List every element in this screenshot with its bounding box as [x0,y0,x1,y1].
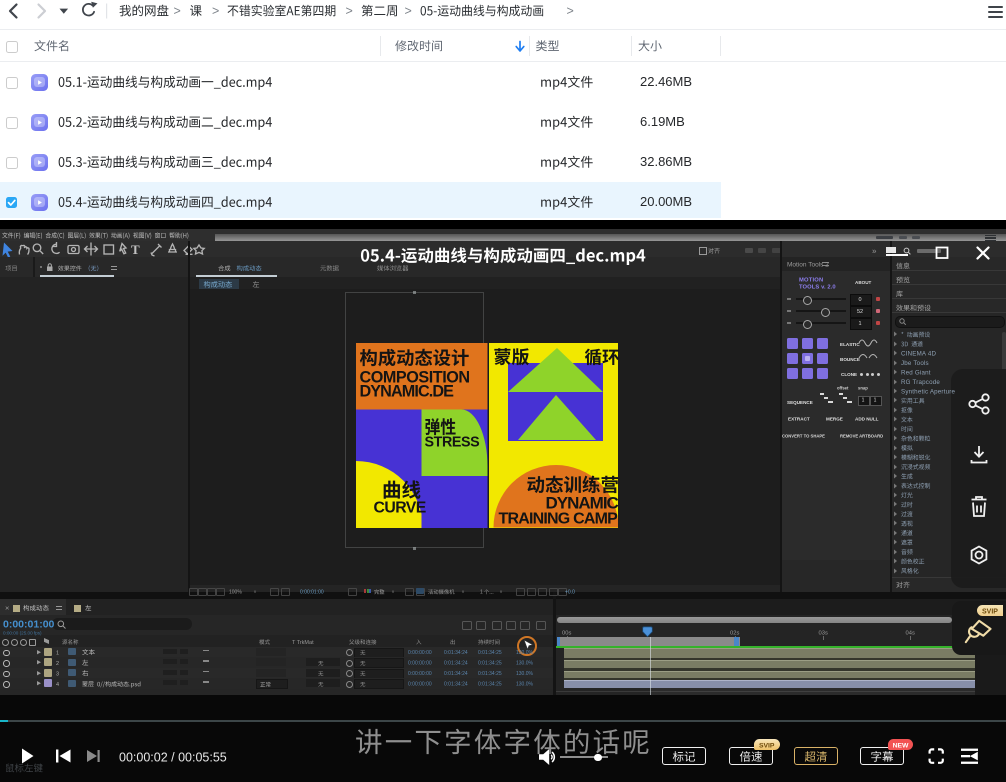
svg-text:T: T [131,242,140,257]
